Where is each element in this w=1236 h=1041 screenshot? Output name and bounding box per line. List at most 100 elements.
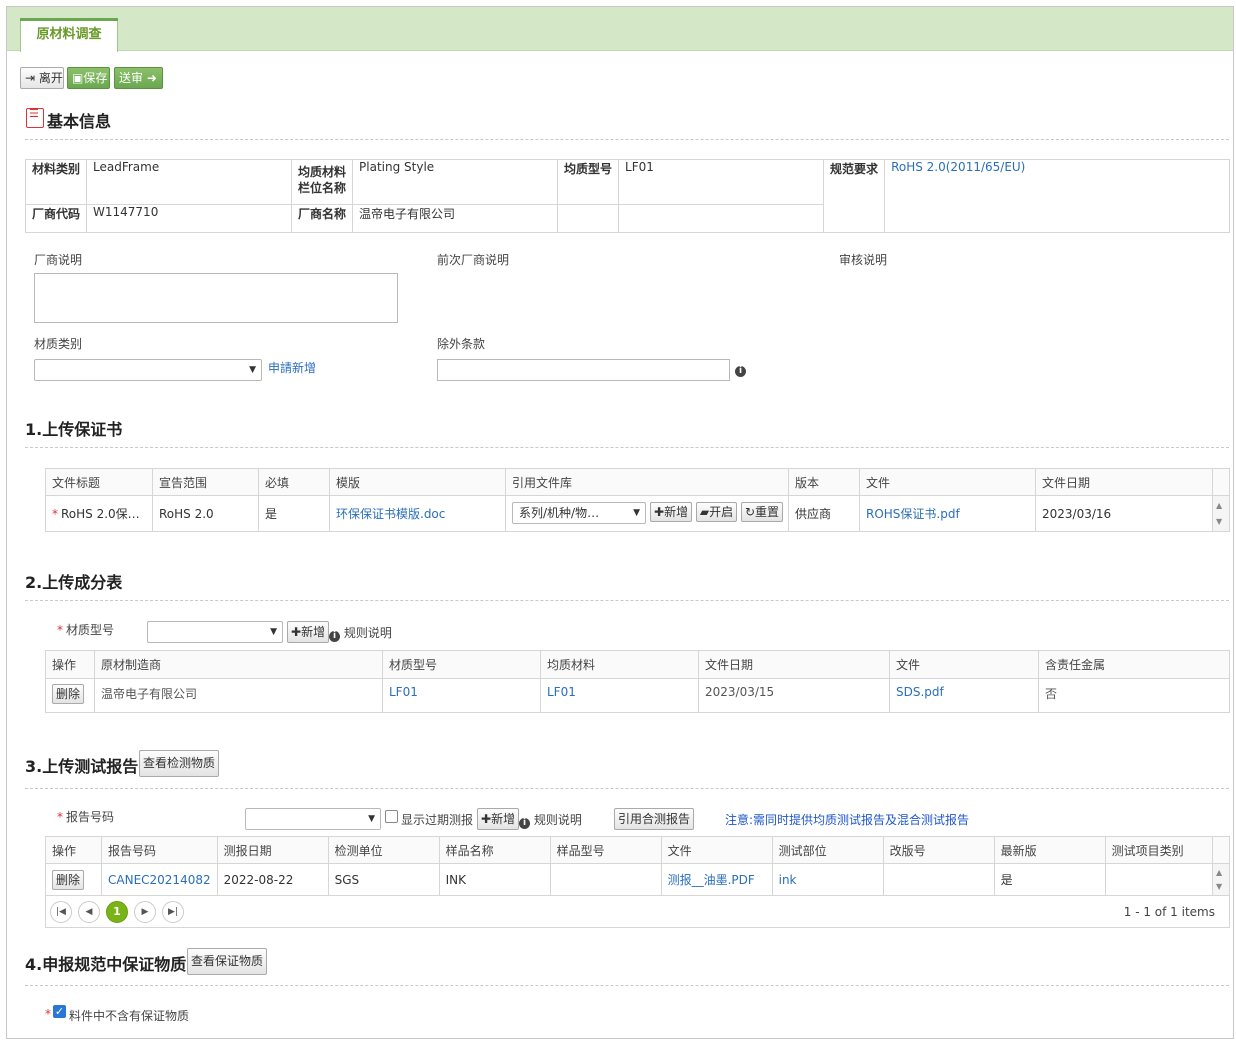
first-page-icon[interactable]: |◀ [50, 901, 72, 923]
cell-op: 删除 [45, 678, 95, 713]
col-header: 必填 [258, 468, 330, 496]
report-link[interactable]: CANEC20214082 [108, 873, 211, 887]
cell-version: 供应商 [788, 495, 860, 532]
cell-date: 2023/03/16 [1035, 495, 1213, 532]
info-icon: i [329, 631, 340, 642]
col-header: 文件 [859, 468, 1036, 496]
cell-metal: 否 [1038, 678, 1230, 713]
col-header: 操作 [45, 836, 102, 864]
open-file-button[interactable]: ▰开启 [695, 502, 738, 522]
reset-button[interactable]: ↻重置 [740, 502, 784, 522]
row-scrollbar[interactable]: ▲ ▼ [1212, 495, 1230, 532]
apply-new-link[interactable]: 申請新增 [268, 359, 316, 376]
homog-model-value: LF01 [618, 159, 825, 205]
exemption-label: 除外条款 [437, 337, 486, 351]
material-type-value: LeadFrame [86, 159, 293, 205]
cell-category [1104, 863, 1214, 896]
info-icon[interactable]: i [735, 361, 746, 377]
report-file-link[interactable]: 测报__油墨.PDF [668, 873, 755, 887]
col-header: 宣告范围 [152, 468, 259, 496]
notice-text: 注意:需同时提供均质测试报告及混合测试报告 [725, 813, 970, 827]
col-header: 引用文件库 [505, 468, 789, 496]
certificate-table: 文件标题 宣告范围 必填 模版 引用文件库 版本 文件 文件日期 * RoHS 2… [45, 468, 1230, 532]
vendor-name-key: 厂商名称 [291, 204, 354, 233]
cell-op: 删除 [45, 863, 102, 896]
divider [25, 985, 1229, 986]
cell-maker: 温帝电子有限公司 [94, 678, 383, 713]
divider [25, 600, 1229, 601]
submit-button[interactable]: 送审 ➜ [114, 67, 163, 89]
add-composition-button[interactable]: ✚新增 [287, 621, 330, 643]
report-no-text: 报告号码 [66, 810, 115, 824]
col-header: 测报日期 [216, 836, 329, 864]
view-guaranteed-substances-button[interactable]: 查看保证物质 [187, 948, 268, 975]
cell-scope: RoHS 2.0 [152, 495, 259, 532]
save-button[interactable]: ▣保存 [67, 67, 110, 89]
cell-file: ROHS保证书.pdf [859, 495, 1036, 532]
cell-sample-model [549, 863, 662, 896]
page-number-current[interactable]: 1 [106, 901, 128, 923]
rule-link[interactable]: i 规则说明 [329, 624, 392, 642]
substance-type-select[interactable]: ▼ [34, 359, 262, 381]
plus-icon: ✚ [481, 812, 492, 826]
reference-report-button[interactable]: 引用合测报告 [614, 808, 695, 830]
add-file-button[interactable]: ✚新增 [650, 502, 693, 522]
last-page-icon[interactable]: ▶| [162, 901, 184, 923]
col-header: 样品型号 [549, 836, 662, 864]
table-row: 删除 温帝电子有限公司 LF01 LF01 2023/03/15 SDS.pdf… [45, 678, 1230, 713]
cell-template: 环保保证书模版.doc [329, 495, 506, 532]
col-header: 最新版 [993, 836, 1106, 864]
vendor-code-value: W1147710 [86, 204, 293, 233]
rule-text: 规则说明 [533, 813, 582, 827]
delete-button[interactable]: 删除 [52, 684, 85, 704]
s1-title: 1.上传保证书 [25, 420, 123, 439]
part-link[interactable]: ink [779, 873, 797, 887]
cell-file: SDS.pdf [889, 678, 1039, 713]
template-link[interactable]: 环保保证书模版.doc [336, 507, 445, 521]
basic-info-table: 材料类别 LeadFrame 均质材料栏位名称 Plating Style 均质… [24, 159, 1230, 233]
no-guaranteed-substance-label: 料件中不含有保证物质 [69, 1009, 190, 1023]
divider [25, 139, 1229, 140]
cell-date: 2022-08-22 [216, 863, 329, 896]
col-header: 含责任金属 [1038, 650, 1230, 679]
reset-icon: ↻ [744, 505, 756, 519]
spec-link[interactable]: RoHS 2.0(2011/65/EU) [891, 161, 1025, 175]
sds-file-link[interactable]: SDS.pdf [896, 685, 944, 699]
material-model-select[interactable]: ▼ [147, 621, 283, 643]
model-link[interactable]: LF01 [389, 685, 418, 699]
scroll-header [1212, 468, 1230, 496]
add-report-button[interactable]: ✚新增 [477, 808, 520, 830]
col-header: 样品名称 [438, 836, 551, 864]
caret-down-icon: ▼ [633, 508, 640, 518]
vendor-note-textarea[interactable] [34, 273, 398, 323]
delete-button[interactable]: 删除 [52, 869, 85, 890]
certificate-file-link[interactable]: ROHS保证书.pdf [866, 507, 960, 521]
prev-page-icon[interactable]: ◀ [78, 901, 100, 923]
plus-icon: ✚ [654, 505, 665, 519]
leave-button[interactable]: ⇥ 离开 [20, 67, 64, 89]
row-scrollbar[interactable]: ▲ ▼ [1212, 863, 1230, 896]
no-guaranteed-substance-checkbox[interactable]: ✓ [53, 1005, 66, 1018]
spec-value[interactable]: RoHS 2.0(2011/65/EU) [884, 159, 1230, 233]
cell-rev [882, 863, 995, 896]
col-header: 原材制造商 [94, 650, 383, 679]
report-no-select[interactable]: ▼ [245, 808, 381, 830]
library-select[interactable]: 系列/机种/物… ▼ [512, 502, 646, 524]
show-expired-checkbox[interactable] [385, 810, 398, 823]
col-header: 均质材料 [540, 650, 699, 679]
save-label: 保存 [83, 71, 108, 85]
view-test-substances-button[interactable]: 查看检测物质 [139, 750, 220, 777]
divider [25, 788, 1229, 789]
open-label: 开启 [709, 505, 734, 519]
required-mark: * [52, 507, 58, 521]
reset-label: 重置 [755, 505, 780, 519]
tab-raw-material-survey[interactable]: 原材料调查 [20, 18, 118, 52]
homog-link[interactable]: LF01 [547, 685, 576, 699]
cell-required: 是 [258, 495, 330, 532]
rule-link[interactable]: i 规则说明 [519, 811, 582, 829]
exemption-input[interactable] [437, 359, 730, 381]
homog-column-value: Plating Style [352, 159, 559, 205]
s4-title: 4.申报规范中保证物质 [25, 955, 187, 974]
next-page-icon[interactable]: ▶ [134, 901, 156, 923]
cell-sample: INK [438, 863, 551, 896]
